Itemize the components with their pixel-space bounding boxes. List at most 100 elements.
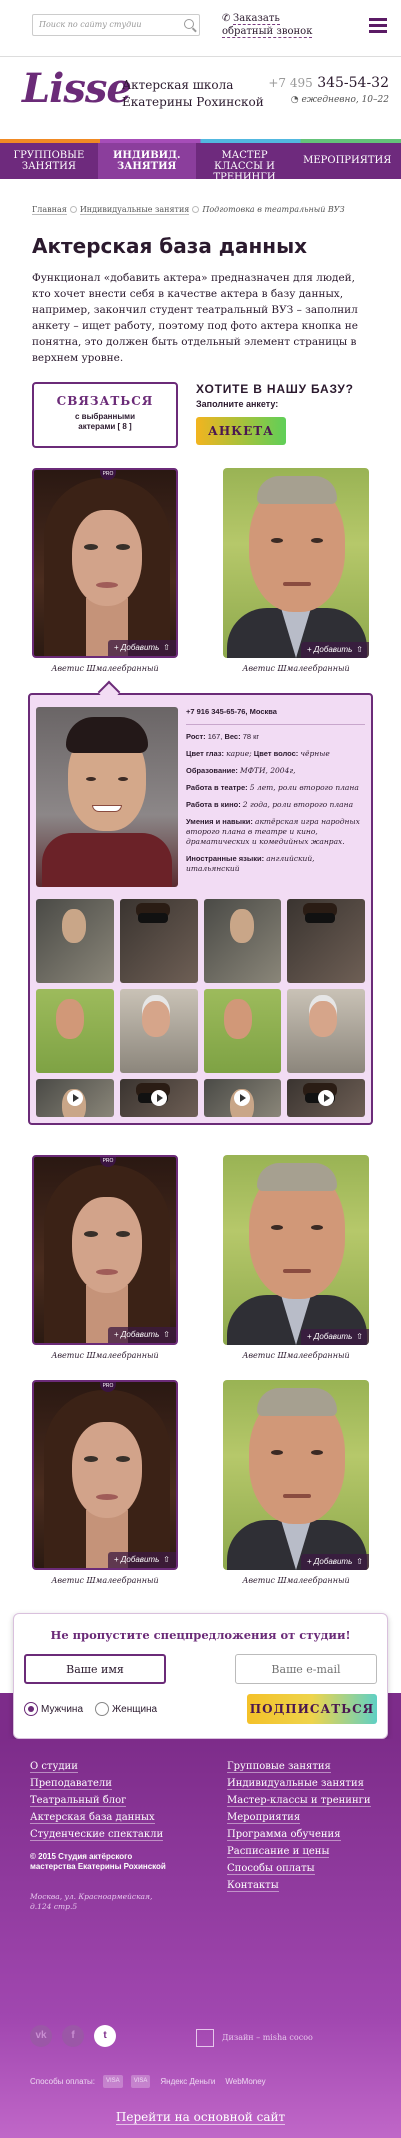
phone-icon: ✆ — [222, 13, 231, 24]
footer-right-links: Групповые занятия Индивидуальные занятия… — [227, 1761, 377, 1912]
gallery-photo[interactable] — [203, 899, 282, 983]
nav-item-masterclass[interactable]: Мастер классы и тренинги — [196, 139, 294, 183]
actor-card[interactable]: PRO + Добавить ⇧ Аветис Шмалеебранный — [32, 1155, 178, 1360]
breadcrumb-individual[interactable]: Индивидуальные занятия — [79, 205, 190, 215]
cinema-label: Работа в кино: — [186, 800, 241, 809]
gallery-photo[interactable] — [203, 989, 282, 1073]
join-question: ХОТИТЕ В НАШУ БАЗУ? — [196, 382, 354, 396]
gallery-photo[interactable] — [119, 899, 198, 983]
phone-prefix: +7 495 — [268, 76, 313, 90]
footer-link[interactable]: Театральный блог — [30, 1795, 180, 1807]
add-actor-button[interactable]: + Добавить ⇧ — [300, 1554, 369, 1570]
search-input[interactable]: Поиск по сайту студии — [32, 14, 200, 36]
radio-male[interactable] — [24, 1702, 38, 1716]
actor-photo[interactable]: + Добавить ⇧ — [223, 468, 369, 658]
actor-name[interactable]: Аветис Шмалеебранный — [223, 1351, 369, 1360]
footer-link[interactable]: Мероприятия — [227, 1812, 377, 1824]
actor-name[interactable]: Аветис Шмалеебранный — [32, 1576, 178, 1585]
weight-label: Вес: — [224, 732, 241, 741]
footer-link[interactable]: Программа обучения — [227, 1829, 377, 1841]
gallery-video[interactable] — [287, 1079, 365, 1117]
radio-male-label[interactable]: Мужчина — [41, 1704, 83, 1715]
nav-item-group[interactable]: Групповые занятия — [0, 139, 98, 179]
design-credit[interactable]: Дизайн – misha cocoo — [196, 2029, 313, 2047]
actor-photo[interactable]: PRO + Добавить ⇧ — [32, 1380, 178, 1570]
actor-photo[interactable]: + Добавить ⇧ — [223, 1380, 369, 1570]
facebook-icon[interactable]: f — [62, 2025, 84, 2047]
contact-sub1: с выбранными — [74, 412, 136, 421]
actor-card[interactable]: + Добавить ⇧ Аветис Шмалеебранный — [223, 1155, 369, 1360]
menu-icon[interactable] — [369, 18, 387, 36]
name-input[interactable] — [24, 1654, 166, 1684]
actor-name[interactable]: Аветис Шмалеебранный — [223, 1576, 369, 1585]
anketa-button[interactable]: АНКЕТА — [196, 417, 286, 445]
breadcrumb-separator-icon — [192, 206, 200, 213]
profile-gallery — [36, 899, 365, 1117]
footer-link[interactable]: Индивидуальные занятия — [227, 1778, 377, 1790]
actor-card[interactable]: + Добавить ⇧ Аветис Шмалеебранный — [223, 1380, 369, 1585]
gallery-video[interactable] — [36, 1079, 114, 1117]
nav-item-individual[interactable]: Индивид. занятия — [97, 139, 196, 179]
actor-card[interactable]: PRO + Добавить ⇧ Аветис Шмалеебранный — [32, 468, 178, 673]
email-input[interactable] — [235, 1654, 377, 1684]
gallery-photo[interactable] — [36, 899, 114, 983]
actor-name[interactable]: Аветис Шмалеебранный — [223, 664, 369, 673]
add-actor-button[interactable]: + Добавить ⇧ — [107, 1327, 176, 1343]
add-actor-button[interactable]: + Добавить ⇧ — [300, 1329, 369, 1345]
actor-photo[interactable]: PRO + Добавить ⇧ — [32, 1155, 178, 1345]
footer-link[interactable]: Преподаватели — [30, 1778, 180, 1790]
gallery-photo[interactable] — [36, 989, 114, 1073]
twitter-icon[interactable]: t — [94, 2025, 116, 2047]
cinema-value: 2 года, роли второго плана — [242, 800, 354, 809]
footer-link[interactable]: Студенческие спектакли — [30, 1829, 180, 1841]
footer-link[interactable]: Контакты — [227, 1880, 377, 1892]
school-line1: Актерская школа — [122, 78, 234, 92]
header-phone: +7 495 345-54-32 — [268, 75, 389, 91]
footer-link[interactable]: Актерская база данных — [30, 1812, 180, 1824]
nav-item-events[interactable]: Мероприятия — [293, 139, 401, 179]
actor-photo[interactable]: PRO + Добавить ⇧ — [32, 468, 178, 658]
callback-link[interactable]: ✆ Заказать обратный звонок — [222, 12, 313, 38]
gallery-video[interactable] — [119, 1079, 198, 1117]
profile-photo[interactable] — [36, 707, 178, 887]
footer-link[interactable]: О студии — [30, 1761, 180, 1773]
play-icon[interactable] — [234, 1090, 251, 1106]
search-icon[interactable] — [184, 19, 194, 29]
add-actor-button[interactable]: + Добавить ⇧ — [107, 640, 176, 656]
footer-link[interactable]: Расписание и цены — [227, 1846, 377, 1858]
gallery-photo[interactable] — [119, 989, 198, 1073]
page-title: Актерская база данных — [32, 234, 308, 258]
actor-card[interactable]: + Добавить ⇧ Аветис Шмалеебранный — [223, 468, 369, 673]
go-main-site-link[interactable]: Перейти на основной сайт — [0, 2110, 401, 2125]
actor-photo[interactable]: + Добавить ⇧ — [223, 1155, 369, 1345]
play-icon[interactable] — [318, 1090, 335, 1106]
nav-color-stripe — [0, 139, 401, 143]
breadcrumb-home[interactable]: Главная — [32, 205, 67, 215]
radio-female-label[interactable]: Женщина — [112, 1704, 157, 1715]
play-icon[interactable] — [66, 1090, 83, 1106]
gallery-video[interactable] — [203, 1079, 282, 1117]
eyes-value: карие; — [226, 749, 252, 758]
add-actor-button[interactable]: + Добавить ⇧ — [107, 1552, 176, 1568]
address: Москва, ул. Красноармейская, д.124 стр.5 — [30, 1892, 153, 1911]
vk-icon[interactable]: vk — [30, 2025, 52, 2047]
hair-label: Цвет волос: — [253, 749, 299, 758]
add-actor-button[interactable]: + Добавить ⇧ — [300, 642, 369, 658]
actor-name[interactable]: Аветис Шмалеебранный — [32, 664, 178, 673]
footer-link[interactable]: Мастер-классы и тренинги — [227, 1795, 377, 1807]
subscribe-button[interactable]: ПОДПИСАТЬСЯ — [247, 1694, 377, 1724]
gallery-photo[interactable] — [287, 989, 365, 1073]
designer-logo-icon — [196, 2029, 214, 2047]
actor-name[interactable]: Аветис Шмалеебранный — [32, 1351, 178, 1360]
footer-link[interactable]: Способы оплаты — [227, 1863, 377, 1875]
play-icon[interactable] — [150, 1090, 167, 1106]
height-value: 167, — [207, 732, 223, 741]
gallery-photo[interactable] — [287, 899, 365, 983]
theatre-value: 5 лет, роли второго плана — [249, 783, 359, 792]
footer-link[interactable]: Групповые занятия — [227, 1761, 377, 1773]
logo[interactable]: Lisse — [22, 65, 132, 112]
actor-card[interactable]: PRO + Добавить ⇧ Аветис Шмалеебранный — [32, 1380, 178, 1585]
contact-selected-button[interactable]: СВЯЗАТЬСЯ с выбранными актерами [ 8 ] — [32, 382, 178, 448]
join-database: ХОТИТЕ В НАШУ БАЗУ? Заполните анкету: АН… — [196, 382, 354, 448]
radio-female[interactable] — [95, 1702, 110, 1716]
